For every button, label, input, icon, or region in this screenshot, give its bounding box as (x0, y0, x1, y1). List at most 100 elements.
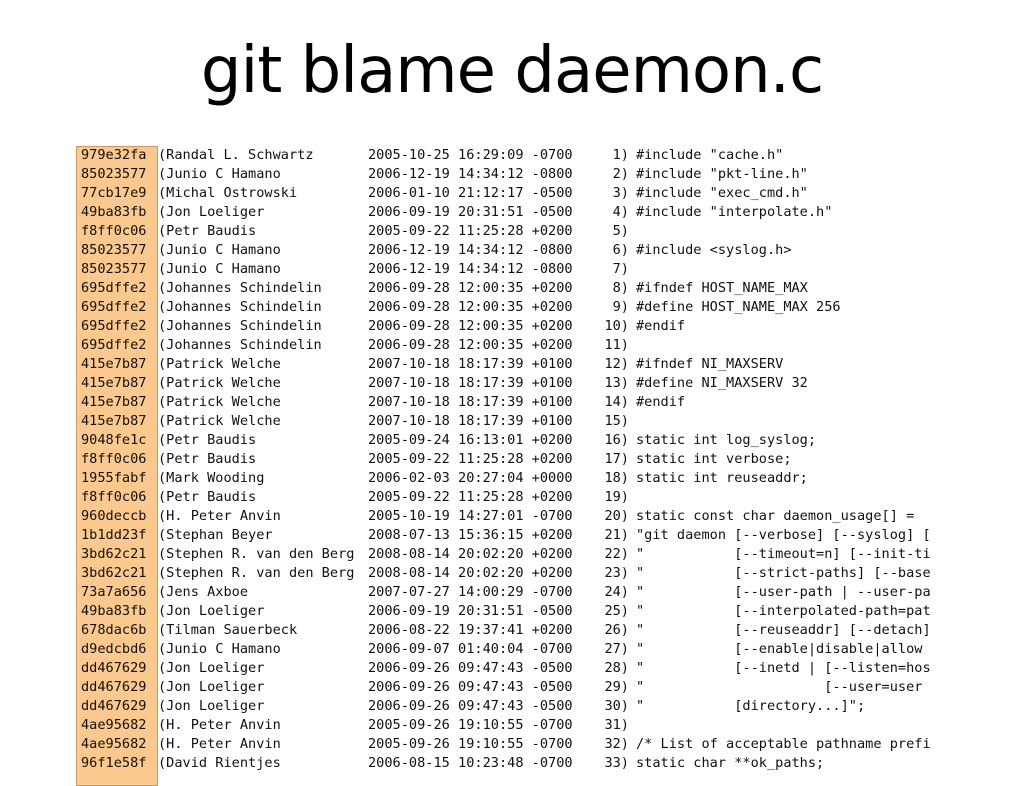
commit-hash: 695dffe2 (81, 299, 147, 315)
line-number: 17) (604, 451, 629, 467)
commit-hash: 4ae95682 (81, 717, 147, 733)
commit-hash: 96f1e58f (81, 755, 147, 771)
commit-date: 2007-10-18 18:17:39 +0100 (368, 356, 573, 372)
line-number: 7) (612, 261, 629, 277)
commit-date: 2005-09-24 16:13:01 +0200 (368, 432, 573, 448)
commit-date: 2008-07-13 15:36:15 +0200 (368, 527, 573, 543)
line-number: 8) (612, 280, 629, 296)
line-number: 24) (604, 584, 629, 600)
commit-hash: 960deccb (81, 508, 147, 524)
author: (Petr Baudis (158, 432, 257, 448)
commit-date: 2005-10-25 16:29:09 -0700 (368, 147, 573, 163)
slide-title: git blame daemon.c (200, 34, 824, 108)
commit-hash: dd467629 (81, 660, 147, 676)
commit-hash: 49ba83fb (81, 603, 147, 619)
source-code: static const char daemon_usage[] = (636, 508, 915, 524)
source-code: #include "pkt-line.h" (636, 166, 808, 182)
commit-hash: 49ba83fb (81, 204, 147, 220)
commit-date: 2006-12-19 14:34:12 -0800 (368, 242, 573, 258)
author: (Patrick Welche (158, 375, 281, 391)
author: (Stephan Beyer (158, 527, 273, 543)
author: (Stephen R. van den Berg (158, 565, 355, 581)
source-code: #define NI_MAXSERV 32 (636, 375, 808, 391)
commit-hash: f8ff0c06 (81, 451, 147, 467)
commit-hash: dd467629 (81, 698, 147, 714)
commit-date: 2008-08-14 20:02:20 +0200 (368, 565, 573, 581)
commit-hash: 695dffe2 (81, 318, 147, 334)
commit-hash: 85023577 (81, 166, 147, 182)
line-number: 29) (604, 679, 629, 695)
author: (Patrick Welche (158, 356, 281, 372)
source-code: static char **ok_paths; (636, 755, 825, 771)
line-number: 33) (604, 755, 629, 771)
commit-date: 2006-09-28 12:00:35 +0200 (368, 299, 573, 315)
author: (Johannes Schindelin (158, 299, 322, 315)
author: (Petr Baudis (158, 451, 257, 467)
commit-hash: 85023577 (81, 242, 147, 258)
commit-date: 2006-09-28 12:00:35 +0200 (368, 280, 573, 296)
commit-date: 2005-09-22 11:25:28 +0200 (368, 451, 573, 467)
commit-hash: 73a7a656 (81, 584, 147, 600)
source-code: " [--inetd | [--listen=hos (636, 660, 931, 676)
line-number: 15) (604, 413, 629, 429)
commit-hash: d9edcbd6 (81, 641, 147, 657)
commit-hash: dd467629 (81, 679, 147, 695)
commit-date: 2006-12-19 14:34:12 -0800 (368, 166, 573, 182)
commit-hash: 3bd62c21 (81, 546, 147, 562)
source-code: /* List of acceptable pathname prefi (636, 736, 931, 752)
commit-hash: 695dffe2 (81, 337, 147, 353)
commit-date: 2008-08-14 20:02:20 +0200 (368, 546, 573, 562)
line-number: 9) (612, 299, 629, 315)
line-number: 23) (604, 565, 629, 581)
line-number: 30) (604, 698, 629, 714)
author: (Jon Loeliger (158, 204, 265, 220)
commit-hash: 695dffe2 (81, 280, 147, 296)
commit-hash: f8ff0c06 (81, 489, 147, 505)
author: (Tilman Sauerbeck (158, 622, 298, 638)
author: (Mark Wooding (158, 470, 265, 486)
commit-hash: 1955fabf (81, 470, 147, 486)
author: (Randal L. Schwartz (158, 147, 314, 163)
author: (Petr Baudis (158, 489, 257, 505)
author: (H. Peter Anvin (158, 508, 281, 524)
commit-hash: 415e7b87 (81, 394, 147, 410)
line-number: 19) (604, 489, 629, 505)
author: (Junio C Hamano (158, 641, 281, 657)
author: (Petr Baudis (158, 223, 257, 239)
source-code: " [--user-path | --user-pa (636, 584, 931, 600)
line-number: 2) (612, 166, 629, 182)
line-number: 20) (604, 508, 629, 524)
commit-hash: 678dac6b (81, 622, 147, 638)
source-code: " [--user=user (636, 679, 923, 695)
commit-date: 2006-09-28 12:00:35 +0200 (368, 318, 573, 334)
commit-hash: 4ae95682 (81, 736, 147, 752)
source-code: static int reuseaddr; (636, 470, 808, 486)
author: (Jon Loeliger (158, 603, 265, 619)
author: (Junio C Hamano (158, 166, 281, 182)
author: (Jens Axboe (158, 584, 249, 600)
line-number: 25) (604, 603, 629, 619)
line-number: 22) (604, 546, 629, 562)
commit-date: 2006-09-26 09:47:43 -0500 (368, 679, 573, 695)
source-code: #include "cache.h" (636, 147, 784, 163)
source-code: " [--interpolated-path=pat (636, 603, 931, 619)
line-number: 18) (604, 470, 629, 486)
source-code: static int verbose; (636, 451, 792, 467)
author: (Jon Loeliger (158, 698, 265, 714)
commit-date: 2007-10-18 18:17:39 +0100 (368, 375, 573, 391)
source-code: " [--timeout=n] [--init-ti (636, 546, 931, 562)
author: (Patrick Welche (158, 394, 281, 410)
commit-date: 2005-09-22 11:25:28 +0200 (368, 223, 573, 239)
line-number: 13) (604, 375, 629, 391)
line-number: 26) (604, 622, 629, 638)
commit-date: 2006-08-22 19:37:41 +0200 (368, 622, 573, 638)
line-number: 6) (612, 242, 629, 258)
line-number: 14) (604, 394, 629, 410)
commit-date: 2005-09-26 19:10:55 -0700 (368, 736, 573, 752)
author: (Patrick Welche (158, 413, 281, 429)
source-code: #include <syslog.h> (636, 242, 792, 258)
source-code: #ifndef NI_MAXSERV (636, 356, 784, 372)
source-code: #define HOST_NAME_MAX 256 (636, 299, 841, 315)
commit-date: 2006-09-19 20:31:51 -0500 (368, 204, 573, 220)
author: (Junio C Hamano (158, 242, 281, 258)
